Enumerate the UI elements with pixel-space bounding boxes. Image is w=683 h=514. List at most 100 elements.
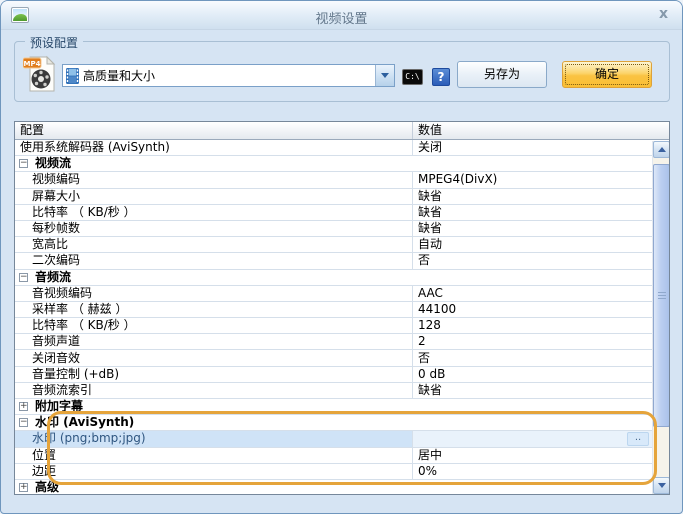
row-label-cell: 屏幕大小 [15, 189, 413, 204]
row-label-cell: 宽高比 [15, 237, 413, 252]
table-row[interactable]: 屏幕大小缺省 [15, 189, 669, 205]
row-value-cell: 2 [413, 334, 669, 349]
row-value-cell: AAC [413, 286, 669, 301]
table-row[interactable]: 关闭音效 否 [15, 350, 669, 366]
row-label-cell: 每秒帧数 [15, 221, 413, 236]
row-label-cell: −视频流 [15, 156, 669, 171]
row-value: 缺省 [418, 221, 442, 236]
row-label: 音频声道 [32, 334, 80, 349]
row-label-cell: 二次编码 [15, 253, 413, 268]
row-value-cell: MPEG4(DivX) [413, 172, 669, 187]
browse-button[interactable]: .. [627, 432, 649, 446]
row-label-cell: 关闭音效 [15, 350, 413, 365]
preset-groupbox: 预设配置 MP4 高质量和大小 [14, 41, 670, 102]
table-row[interactable]: 水印 (png;bmp;jpg).. [15, 431, 669, 447]
row-label: 边距 [32, 464, 56, 479]
scroll-up-button[interactable] [653, 141, 670, 158]
row-value-cell: 自动 [413, 237, 669, 252]
row-value-cell: 否 [413, 350, 669, 365]
row-value-cell: 0% [413, 464, 669, 479]
row-label-cell: + 附加字幕 [15, 399, 669, 414]
row-value: AAC [418, 286, 443, 301]
expand-icon[interactable]: + [19, 402, 28, 411]
tree-section-row[interactable]: +高级 [15, 480, 669, 495]
column-header-value[interactable]: 数值 [413, 122, 669, 139]
window-title: 视频设置 [1, 8, 682, 27]
row-label: 采样率 （ 赫兹 ） [32, 302, 127, 317]
row-value-cell: 否 [413, 253, 669, 268]
vertical-scrollbar[interactable] [652, 141, 669, 494]
row-label-cell: 音量控制 (+dB) [15, 367, 413, 382]
tree-section-row[interactable]: + 附加字幕 [15, 399, 669, 415]
close-icon[interactable]: x [659, 6, 668, 22]
row-value-cell: 缺省 [413, 383, 669, 398]
tree-section-row[interactable]: −水印 (AviSynth) [15, 415, 669, 431]
row-value: 44100 [418, 302, 456, 317]
help-button[interactable]: ? [432, 68, 450, 86]
row-value-cell: 缺省 [413, 189, 669, 204]
table-row[interactable]: 每秒帧数缺省 [15, 221, 669, 237]
row-value-cell: 关闭 [413, 140, 669, 155]
table-row[interactable]: 边距 0% [15, 464, 669, 480]
table-row[interactable]: 视频编码 MPEG4(DivX) [15, 172, 669, 188]
row-label-cell: 音频声道 [15, 334, 413, 349]
command-line-button[interactable]: C:\ [402, 69, 423, 85]
tree-section-row[interactable]: −视频流 [15, 156, 669, 172]
row-label: 音量控制 (+dB) [32, 367, 119, 382]
preset-combobox[interactable]: 高质量和大小 [62, 64, 395, 87]
combo-dropdown-button[interactable] [375, 65, 394, 86]
table-row[interactable]: 比特率 （ KB/秒 ） 缺省 [15, 205, 669, 221]
row-label: 比特率 （ KB/秒 ） [32, 205, 136, 220]
table-row[interactable]: 使用系统解码器 (AviSynth)关闭 [15, 140, 669, 156]
row-label-cell: 水印 (png;bmp;jpg) [15, 431, 413, 446]
row-value: 缺省 [418, 383, 442, 398]
row-label-cell: +高级 [15, 480, 669, 495]
row-value: 自动 [418, 237, 442, 252]
preset-combo-value: 高质量和大小 [83, 67, 155, 84]
row-value: 缺省 [418, 205, 442, 220]
table-row[interactable]: 音频流索引 缺省 [15, 383, 669, 399]
row-value-cell: 128 [413, 318, 669, 333]
settings-table: 配置 数值 使用系统解码器 (AviSynth)关闭−视频流视频编码MPEG4(… [14, 121, 670, 495]
row-label: 视频流 [35, 156, 71, 171]
row-value: 缺省 [418, 189, 442, 204]
table-row[interactable]: 二次编码否 [15, 253, 669, 269]
row-label: 音频流索引 [32, 383, 92, 398]
row-value: 0 dB [418, 367, 445, 382]
row-label: 关闭音效 [32, 351, 80, 366]
collapse-icon[interactable]: − [19, 159, 28, 168]
row-label: 位置 [32, 448, 56, 463]
table-row[interactable]: 位置居中 [15, 448, 669, 464]
row-label-cell: 视频编码 [15, 172, 413, 187]
row-value-cell: 0 dB [413, 367, 669, 382]
row-value-cell: 缺省 [413, 221, 669, 236]
row-label: 音频流 [35, 270, 71, 285]
table-row[interactable]: 宽高比自动 [15, 237, 669, 253]
row-value-cell: 44100 [413, 302, 669, 317]
expand-icon[interactable]: + [19, 483, 28, 492]
table-row[interactable]: 音量控制 (+dB) 0 dB [15, 367, 669, 383]
row-label-cell: −音频流 [15, 270, 669, 285]
row-label: 附加字幕 [35, 399, 83, 414]
video-settings-dialog: 视频设置 x 预设配置 MP4 [0, 0, 683, 514]
table-row[interactable]: 采样率 （ 赫兹 ） 44100 [15, 302, 669, 318]
scroll-down-button[interactable] [653, 477, 670, 494]
save-as-button[interactable]: 另存为 [457, 61, 547, 88]
row-value: 2 [418, 334, 426, 349]
row-label-cell: 位置 [15, 448, 413, 463]
column-header-config[interactable]: 配置 [15, 122, 413, 139]
collapse-icon[interactable]: − [19, 418, 28, 427]
collapse-icon[interactable]: − [19, 273, 28, 282]
scrollbar-thumb[interactable] [653, 164, 670, 427]
scrollbar-grip-icon [658, 292, 666, 299]
row-value-cell: 缺省 [413, 205, 669, 220]
table-row[interactable]: 音频声道 2 [15, 334, 669, 350]
tree-section-row[interactable]: −音频流 [15, 270, 669, 286]
row-label: 音视频编码 [32, 286, 92, 301]
table-row[interactable]: 比特率 （ KB/秒 ）128 [15, 318, 669, 334]
row-value: MPEG4(DivX) [418, 172, 497, 187]
mp4-badge-text: MP4 [24, 60, 41, 68]
ok-button[interactable]: 确定 [562, 61, 652, 88]
table-row[interactable]: 音视频编码 AAC [15, 286, 669, 302]
row-label-cell: −水印 (AviSynth) [15, 415, 669, 430]
